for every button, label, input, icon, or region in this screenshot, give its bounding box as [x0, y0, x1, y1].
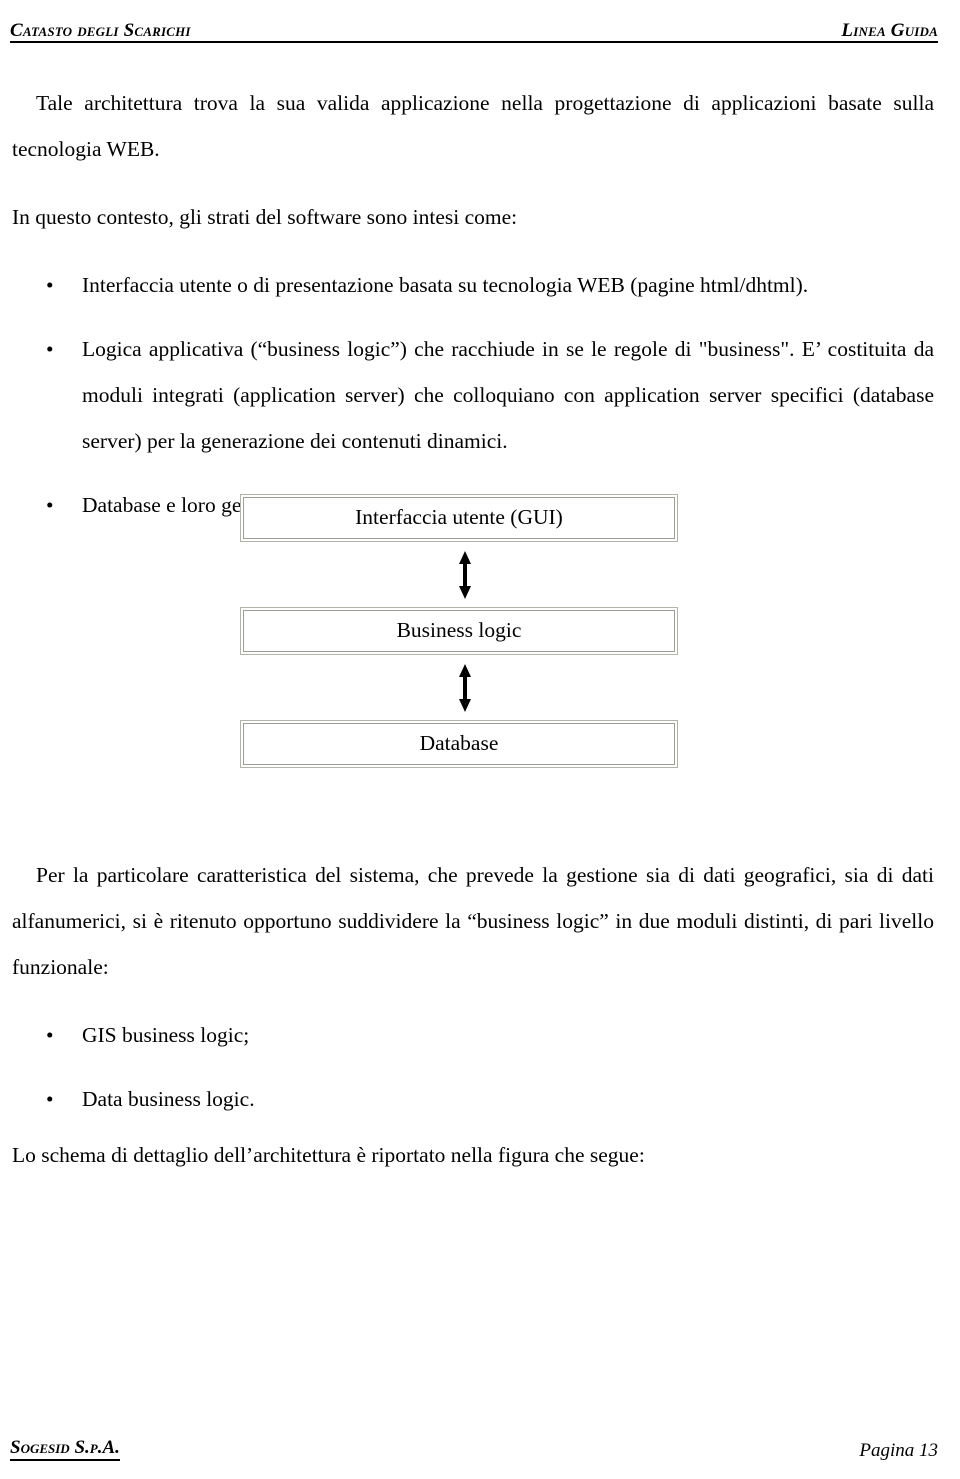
bullet-icon: •: [46, 1023, 54, 1047]
footer-company-name: Sogesid S.p.A.: [10, 1438, 120, 1461]
bullet-icon: •: [46, 273, 54, 297]
list-item: • GIS business logic;: [12, 1012, 934, 1058]
diagram-box-inner: Database: [243, 723, 675, 765]
diagram-box-business-logic: Business logic: [240, 607, 681, 658]
double-arrow-icon: [459, 664, 471, 712]
bullet-icon: •: [46, 1087, 54, 1111]
diagram-box-inner: Business logic: [243, 610, 675, 652]
diagram-box-label: Business logic: [396, 618, 522, 643]
document-page: Catasto degli Scarichi Linea Guida Tale …: [0, 0, 960, 1479]
footer-page-number: Pagina 13: [859, 1440, 938, 1462]
list-item-text: Data business logic.: [82, 1087, 255, 1111]
header-document-subtitle: Linea Guida: [841, 20, 938, 41]
document-footer: Sogesid S.p.A. Pagina 13: [10, 1438, 938, 1461]
diagram-box-label: Database: [419, 731, 499, 756]
diagram-box-inner: Interfaccia utente (GUI): [243, 497, 675, 539]
list-item: • Logica applicativa (“business logic”) …: [12, 326, 934, 464]
business-logic-modules-list: • GIS business logic; • Data business lo…: [12, 1012, 934, 1122]
document-header: Catasto degli Scarichi Linea Guida: [10, 10, 938, 43]
list-item: • Interfaccia utente o di presentazione …: [12, 262, 934, 308]
list-item: • Data business logic.: [12, 1076, 934, 1122]
diagram-box-label: Interfaccia utente (GUI): [355, 505, 563, 530]
paragraph-architecture-web: Tale architettura trova la sua valida ap…: [12, 91, 934, 161]
header-document-title: Catasto degli Scarichi: [10, 20, 191, 41]
architecture-layer-diagram: Interfaccia utente (GUI) Business logic: [240, 494, 690, 771]
list-item-text: GIS business logic;: [82, 1023, 250, 1047]
list-item-text: Logica applicativa (“business logic”) ch…: [82, 337, 934, 453]
list-item-text: Interfaccia utente o di presentazione ba…: [82, 273, 809, 297]
paragraph-software-layers-intro: In questo contesto, gli strati del softw…: [12, 205, 518, 229]
diagram-box-gui: Interfaccia utente (GUI): [240, 494, 681, 545]
diagram-box-database: Database: [240, 720, 681, 771]
diagram-connector-gui-business: [240, 542, 690, 607]
paragraph-business-logic-split: Per la particolare caratteristica del si…: [12, 863, 934, 979]
software-layers-list: • Interfaccia utente o di presentazione …: [12, 262, 934, 528]
bullet-icon: •: [46, 337, 54, 361]
double-arrow-icon: [459, 551, 471, 599]
diagram-connector-business-database: [240, 655, 690, 720]
paragraph-schema-reference: Lo schema di dettaglio dell’architettura…: [12, 1143, 645, 1167]
bullet-icon: •: [46, 493, 54, 517]
